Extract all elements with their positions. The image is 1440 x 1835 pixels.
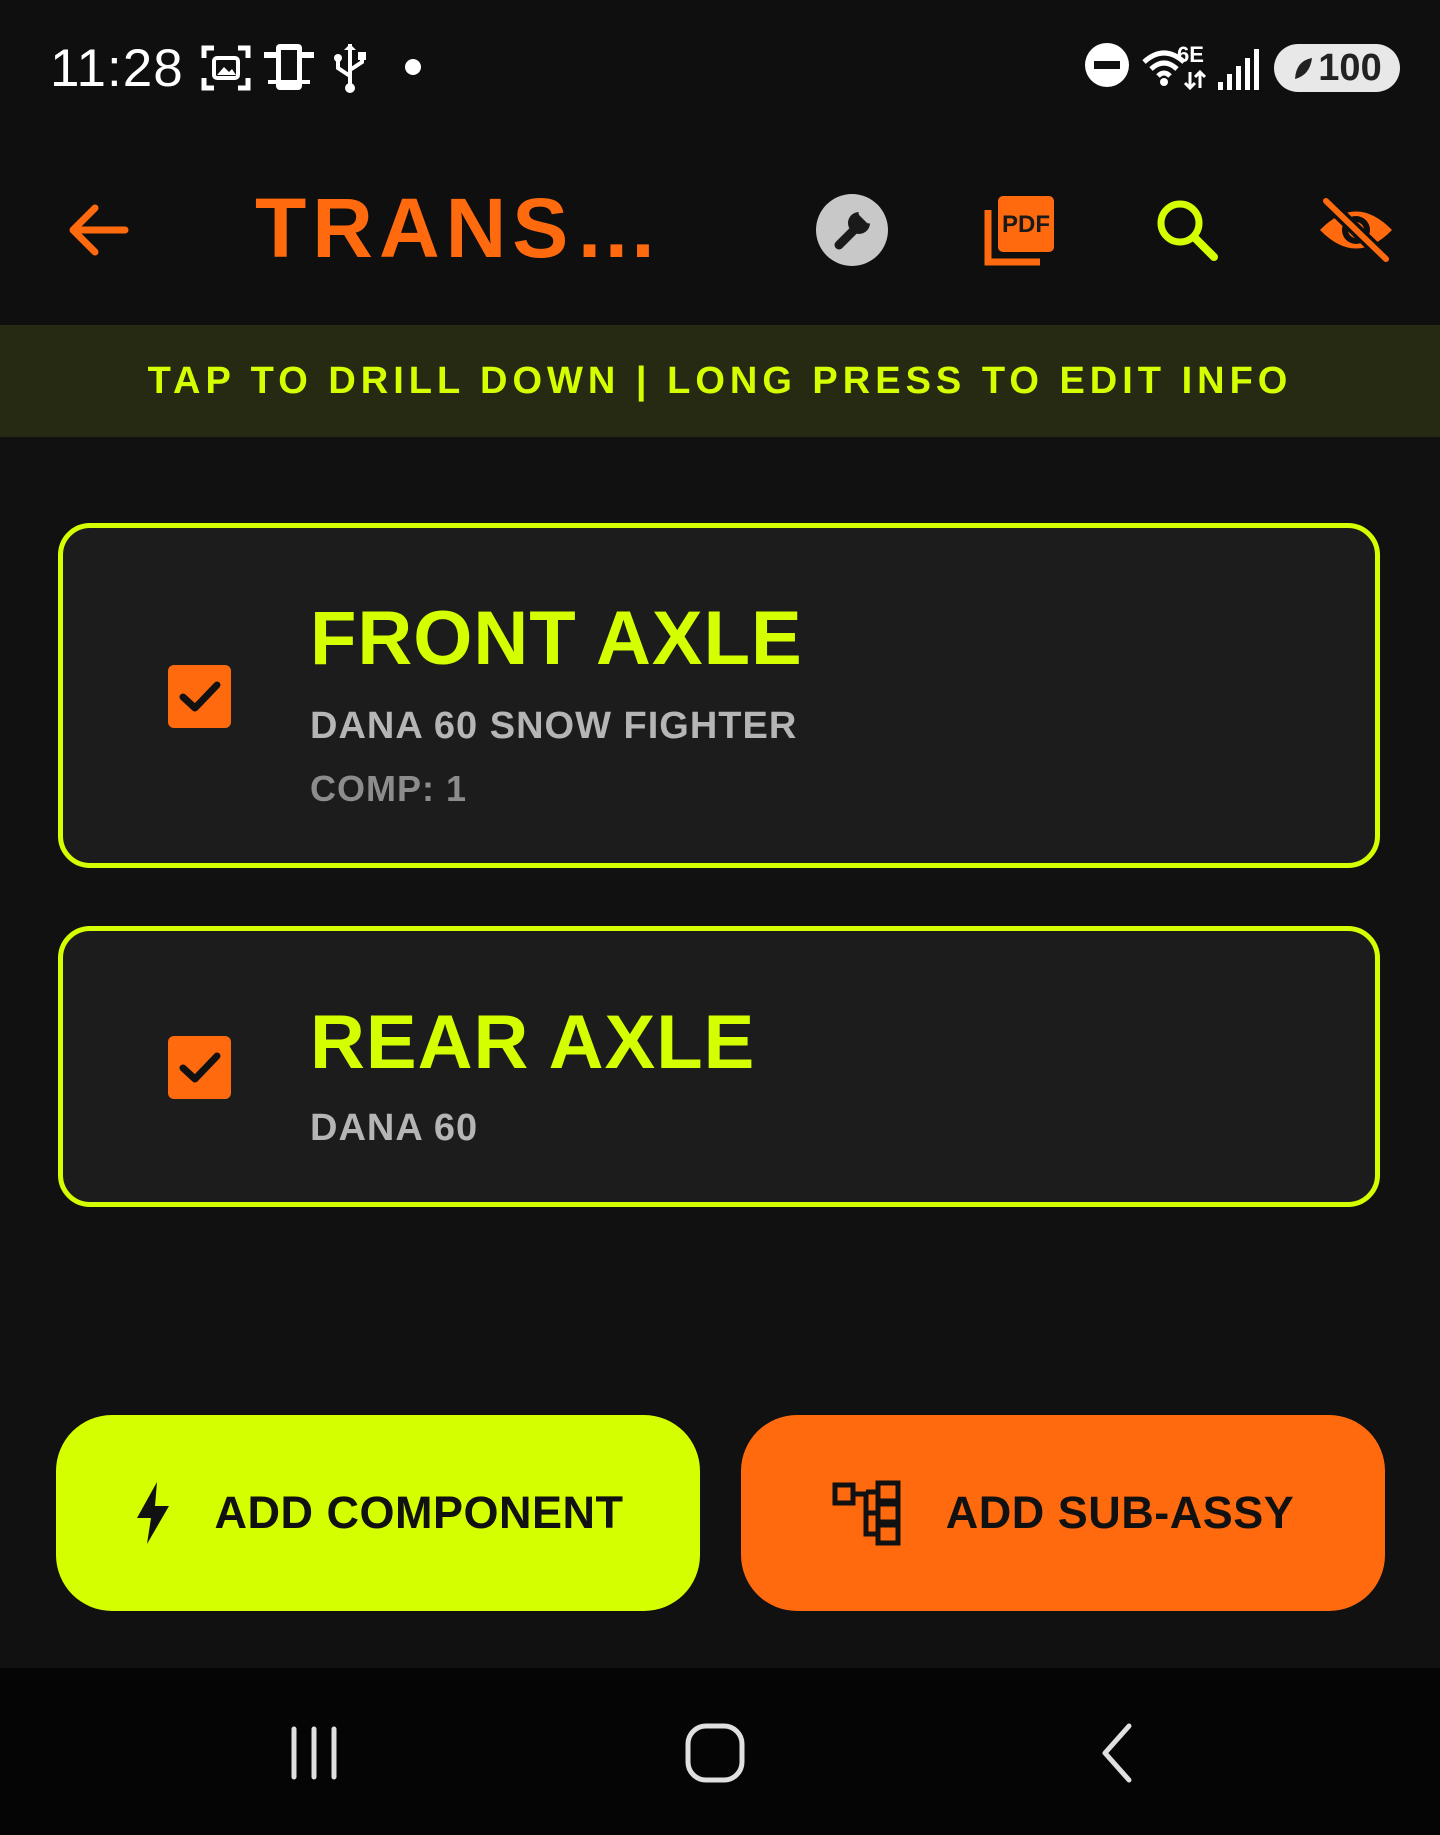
toggle-visibility-button[interactable] bbox=[1306, 180, 1406, 280]
lightning-icon bbox=[133, 1480, 173, 1546]
battery-icon: 100 bbox=[1274, 44, 1400, 92]
home-icon bbox=[685, 1723, 745, 1783]
pdf-icon: PDF bbox=[984, 196, 1054, 266]
back-arrow-icon bbox=[69, 204, 129, 256]
navigation-bar bbox=[0, 1668, 1440, 1835]
card-title: REAR AXLE bbox=[310, 1000, 756, 1085]
check-icon bbox=[179, 1052, 220, 1082]
notification-dot-icon bbox=[404, 58, 422, 81]
pdf-button[interactable]: PDF bbox=[970, 180, 1070, 280]
signal-icon bbox=[1216, 46, 1262, 97]
assembly-card[interactable]: REAR AXLE DANA 60 bbox=[58, 926, 1380, 1207]
back-icon bbox=[1102, 1723, 1132, 1783]
card-subtitle: DANA 60 SNOW FIGHTER bbox=[310, 705, 798, 747]
pdf-label: PDF bbox=[1002, 211, 1050, 238]
add-subassy-label: ADD SUB-ASSY bbox=[945, 1487, 1295, 1538]
add-component-button[interactable]: ADD COMPONENT bbox=[56, 1415, 700, 1611]
card-subtitle: DANA 60 bbox=[310, 1107, 479, 1149]
recent-apps-button[interactable] bbox=[264, 1713, 364, 1793]
add-component-label: ADD COMPONENT bbox=[214, 1487, 624, 1538]
hint-text: TAP TO DRILL DOWN | LONG PRESS TO EDIT I… bbox=[147, 359, 1293, 402]
battery-level: 100 bbox=[1318, 46, 1382, 89]
status-bar: 11:28 6E 100 bbox=[0, 0, 1440, 140]
add-subassy-button[interactable]: ADD SUB-ASSY bbox=[741, 1415, 1385, 1611]
back-button[interactable] bbox=[48, 180, 148, 280]
system-back-button[interactable] bbox=[1068, 1713, 1168, 1793]
card-title: FRONT AXLE bbox=[310, 596, 803, 681]
wrench-icon bbox=[816, 194, 888, 266]
recent-apps-icon bbox=[291, 1726, 337, 1780]
search-icon bbox=[1157, 200, 1218, 261]
screenshot-icon bbox=[200, 42, 252, 99]
do-not-disturb-icon bbox=[1084, 42, 1130, 93]
hide-eye-icon bbox=[1319, 195, 1393, 265]
app-bar: TRANSMISSION PDF bbox=[0, 140, 1440, 325]
status-time: 11:28 bbox=[50, 39, 184, 98]
hint-banner: TAP TO DRILL DOWN | LONG PRESS TO EDIT I… bbox=[0, 325, 1440, 437]
item-checkbox[interactable] bbox=[168, 1036, 231, 1099]
network-type-label: 6E bbox=[1177, 42, 1204, 67]
home-button[interactable] bbox=[665, 1713, 765, 1793]
component-count: COMP: 1 bbox=[310, 768, 468, 809]
device-icon bbox=[262, 42, 316, 99]
tools-button[interactable] bbox=[802, 180, 902, 280]
usb-icon bbox=[330, 42, 370, 99]
assembly-card[interactable]: FRONT AXLE DANA 60 SNOW FIGHTER COMP: 1 bbox=[58, 523, 1380, 868]
check-icon bbox=[179, 681, 220, 711]
battery-saver-icon bbox=[1295, 58, 1313, 79]
page-title: TRANSMISSION bbox=[255, 181, 715, 275]
item-checkbox[interactable] bbox=[168, 665, 231, 728]
hierarchy-icon bbox=[832, 1480, 904, 1546]
search-button[interactable] bbox=[1137, 180, 1237, 280]
